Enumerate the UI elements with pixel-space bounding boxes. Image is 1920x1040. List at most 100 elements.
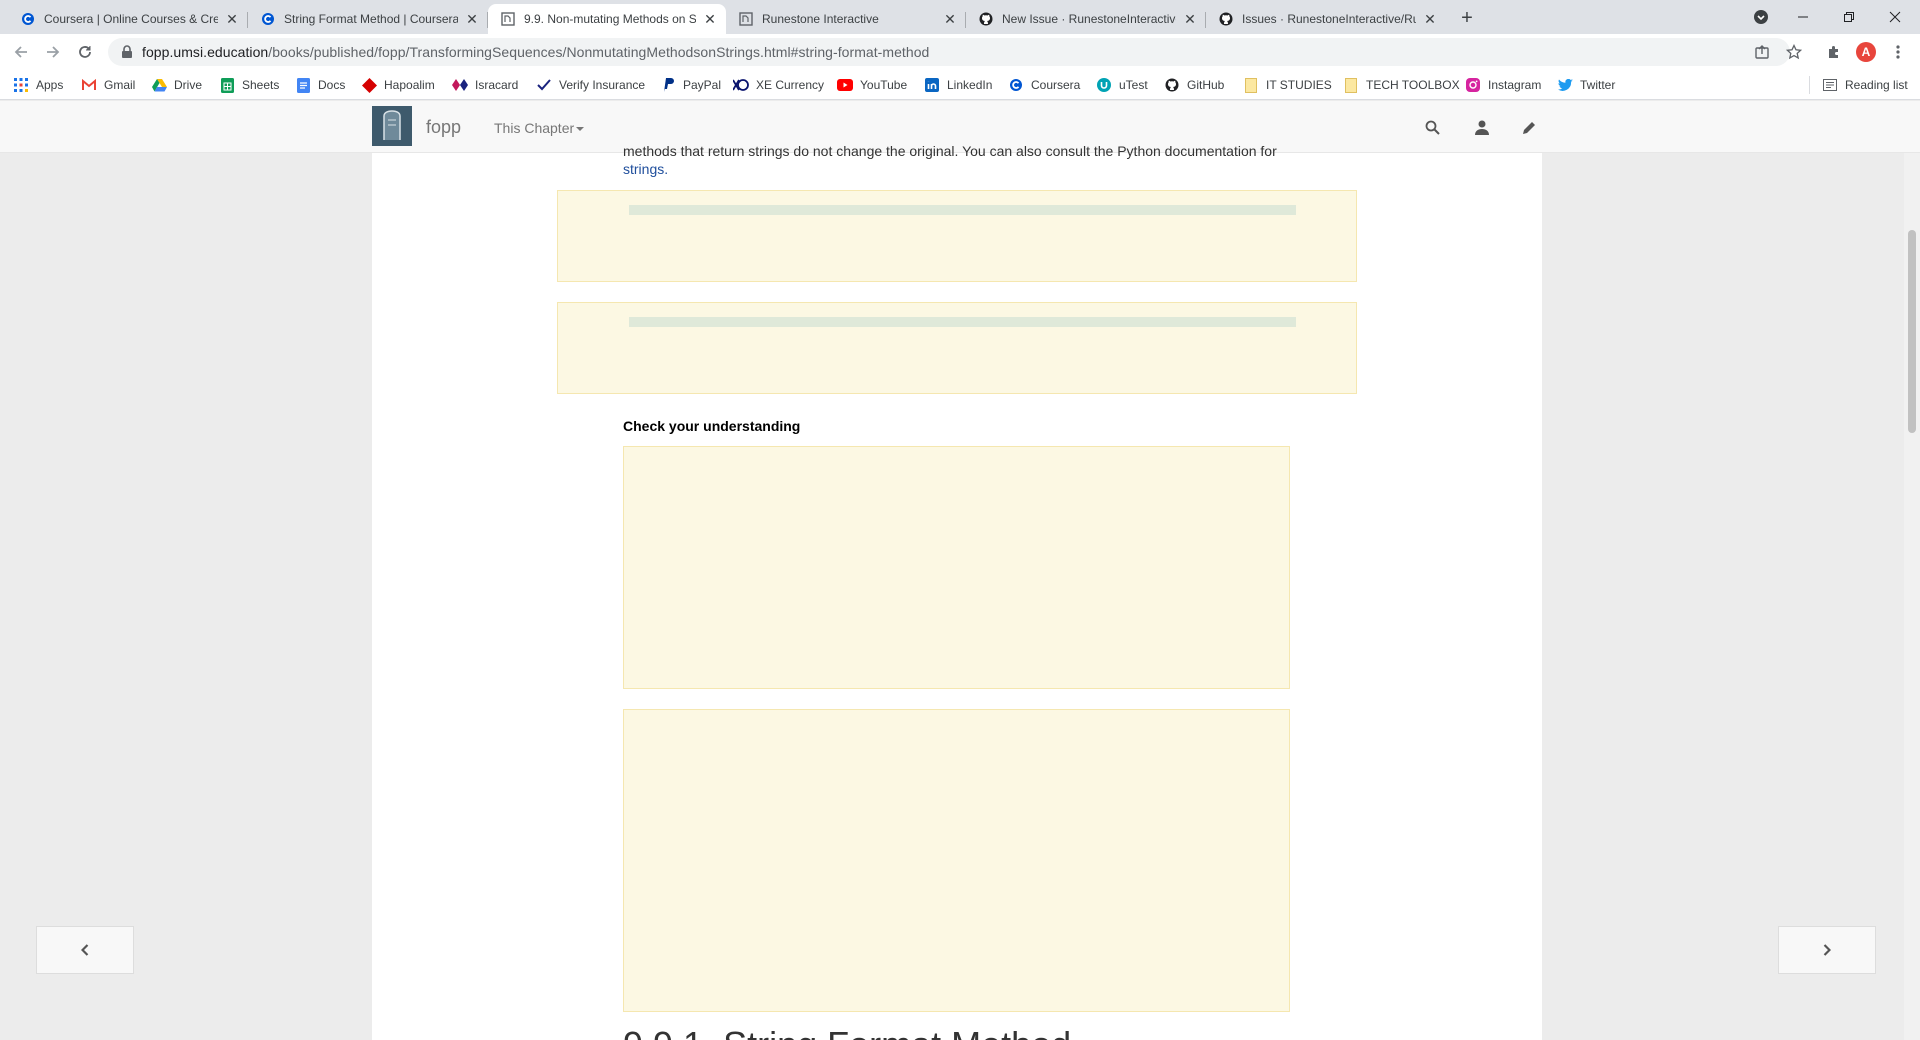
runestone-logo[interactable]	[372, 106, 412, 146]
codelens-block-2[interactable]	[557, 302, 1357, 394]
close-icon[interactable]: ✕	[224, 11, 240, 27]
reload-icon	[79, 46, 91, 58]
bookmark-label: Isracard	[475, 78, 519, 92]
tab-strip: Coursera | Online Courses & Cre ✕ String…	[0, 0, 1920, 34]
bookmark-github[interactable]: GitHub	[1164, 76, 1224, 94]
minimize-icon	[1798, 16, 1808, 18]
bookmark-label: Hapoalim	[384, 78, 435, 92]
profile-button[interactable]: A	[1854, 40, 1878, 64]
bookmark-xe-currency[interactable]: XE Currency	[733, 76, 824, 94]
question-box-2[interactable]	[623, 709, 1290, 1012]
browser-tab-1[interactable]: Coursera | Online Courses & Cre ✕	[8, 4, 248, 34]
bookmark-folder-tech-toolbox[interactable]: TECH TOOLBOX	[1343, 76, 1460, 94]
tab-title: Issues · RunestoneInteractive/Ru	[1242, 12, 1416, 26]
search-button[interactable]	[1422, 117, 1442, 137]
url-host: fopp.umsi.education	[142, 44, 269, 60]
close-icon[interactable]: ✕	[702, 11, 718, 27]
question-box-1[interactable]	[623, 446, 1290, 689]
pencil-icon	[1522, 121, 1535, 134]
arrow-right-icon	[47, 46, 60, 58]
bookmark-twitter[interactable]: Twitter	[1557, 76, 1615, 94]
code-progress-bar	[629, 317, 1296, 327]
youtube-icon	[837, 77, 853, 93]
chevron-right-icon	[1823, 944, 1831, 956]
browser-tab-5[interactable]: New Issue · RunestoneInteractive ✕	[966, 4, 1206, 34]
bookmark-docs[interactable]: Docs	[295, 76, 345, 94]
bookmark-star-button[interactable]	[1782, 40, 1806, 64]
bookmark-utest[interactable]: uTest	[1096, 76, 1148, 94]
close-icon[interactable]: ✕	[1422, 11, 1438, 27]
browser-toolbar: fopp.umsi.education/books/published/fopp…	[0, 34, 1920, 70]
coursera-icon	[1008, 77, 1024, 93]
bookmarks-bar: Apps Gmail Drive Sheets Docs Hapoalim Is…	[0, 70, 1920, 100]
forward-button[interactable]	[41, 40, 65, 64]
page-content: methods that return strings do not chang…	[372, 143, 1542, 1040]
share-button[interactable]	[1750, 40, 1774, 64]
bookmark-label: PayPal	[683, 78, 722, 92]
browser-tab-2[interactable]: String Format Method | Coursera ✕	[248, 4, 488, 34]
browser-tab-6[interactable]: Issues · RunestoneInteractive/Ru ✕	[1206, 4, 1446, 34]
edit-button[interactable]	[1519, 117, 1539, 137]
url-path: /books/published/fopp/TransformingSequen…	[268, 44, 930, 60]
this-chapter-menu[interactable]: This Chapter	[494, 120, 585, 136]
next-page-button[interactable]	[1778, 926, 1876, 974]
section-heading: 9.9.1. String Format Method	[623, 1025, 1071, 1040]
tab-title: 9.9. Non-mutating Methods on S	[524, 12, 696, 26]
chapter-menu-label: This Chapter	[494, 120, 575, 136]
user-button[interactable]	[1472, 117, 1492, 137]
close-icon[interactable]: ✕	[464, 11, 480, 27]
back-button[interactable]	[9, 40, 33, 64]
runestone-icon	[738, 11, 754, 27]
user-icon	[1475, 120, 1489, 135]
python-docs-strings-link[interactable]: strings.	[623, 161, 668, 177]
browser-menu-button[interactable]	[1886, 40, 1910, 64]
book-title-link[interactable]: fopp	[426, 117, 461, 138]
bookmark-label: Instagram	[1488, 78, 1542, 92]
chevron-down-icon	[1754, 10, 1768, 24]
intro-text: methods that return strings do not chang…	[623, 143, 1277, 159]
address-bar[interactable]: fopp.umsi.education/books/published/fopp…	[108, 38, 1790, 66]
bookmark-coursera[interactable]: Coursera	[1008, 76, 1080, 94]
bookmark-label: Sheets	[242, 78, 280, 92]
restore-button[interactable]	[1826, 0, 1872, 34]
share-icon	[1755, 45, 1769, 59]
minimize-button[interactable]	[1780, 0, 1826, 34]
arrow-left-icon	[14, 46, 27, 58]
bookmark-apps[interactable]: Apps	[13, 76, 63, 94]
browser-tab-3-active[interactable]: 9.9. Non-mutating Methods on S ✕	[488, 4, 726, 34]
bookmark-youtube[interactable]: YouTube	[837, 76, 907, 94]
check-your-understanding-heading: Check your understanding	[623, 418, 801, 434]
page-scrollbar[interactable]	[1904, 153, 1920, 1040]
bookmark-hapoalim[interactable]: Hapoalim	[361, 76, 435, 94]
close-window-button[interactable]	[1872, 0, 1918, 34]
previous-page-button[interactable]	[36, 926, 134, 974]
scrollbar-thumb[interactable]	[1908, 230, 1916, 433]
code-progress-bar	[629, 205, 1296, 215]
github-icon	[978, 11, 994, 27]
bookmark-gmail[interactable]: Gmail	[81, 76, 135, 94]
bookmark-drive[interactable]: Drive	[151, 76, 202, 94]
codelens-block-1[interactable]	[557, 190, 1357, 282]
bookmark-folder-it-studies[interactable]: IT STUDIES	[1243, 76, 1332, 94]
close-icon[interactable]: ✕	[942, 11, 958, 27]
browser-tab-4[interactable]: Runestone Interactive ✕	[726, 4, 966, 34]
reload-button[interactable]	[73, 40, 97, 64]
tab-search-button[interactable]	[1738, 0, 1784, 34]
close-icon[interactable]: ✕	[1182, 11, 1198, 27]
bookmark-paypal[interactable]: PayPal	[660, 76, 721, 94]
new-tab-button[interactable]: +	[1454, 6, 1480, 30]
check-icon	[536, 77, 552, 93]
bookmark-isracard[interactable]: Isracard	[452, 76, 518, 94]
utest-icon	[1096, 77, 1112, 93]
paypal-icon	[660, 77, 676, 93]
bookmark-linkedin[interactable]: LinkedIn	[924, 76, 992, 94]
twitter-icon	[1557, 77, 1573, 93]
extensions-button[interactable]	[1822, 40, 1846, 64]
bookmark-verify-insurance[interactable]: Verify Insurance	[536, 76, 645, 94]
bookmark-instagram[interactable]: Instagram	[1465, 76, 1541, 94]
close-icon	[1889, 11, 1901, 23]
url-text: fopp.umsi.education/books/published/fopp…	[142, 44, 929, 60]
bookmark-sheets[interactable]: Sheets	[219, 76, 279, 94]
gmail-icon	[81, 77, 97, 93]
reading-list-button[interactable]: Reading list	[1809, 76, 1908, 94]
